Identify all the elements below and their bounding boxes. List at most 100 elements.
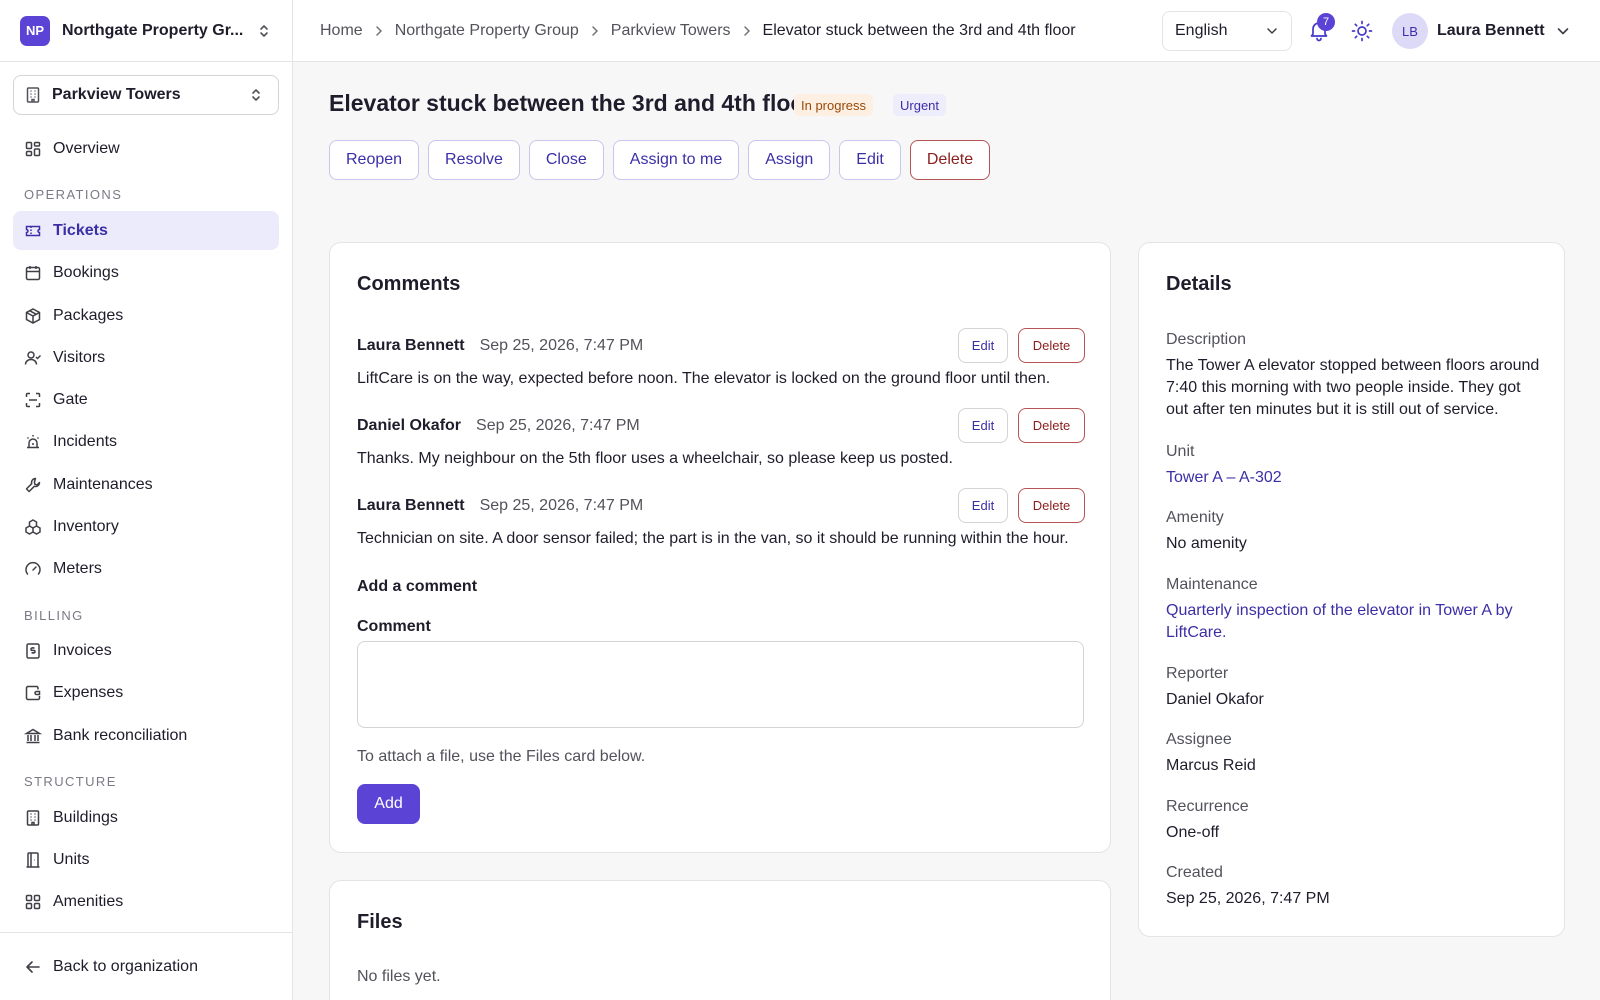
notification-count-badge: 7	[1317, 13, 1335, 31]
maintenance-link[interactable]: Quarterly inspection of the elevator in …	[1166, 600, 1526, 644]
delete-comment-button[interactable]: Delete	[1018, 408, 1085, 443]
sidebar-item-label: Inventory	[53, 517, 119, 535]
building-name: Parkview Towers	[52, 86, 181, 103]
ticket-icon	[25, 225, 41, 236]
breadcrumb: Home Northgate Property Group Parkview T…	[320, 0, 1076, 62]
comment-body: Technician on site. A door sensor failed…	[357, 530, 1069, 547]
back-label: Back to organization	[53, 957, 198, 975]
edit-comment-button[interactable]: Edit	[958, 328, 1008, 363]
nav-section-billing: BILLING	[24, 608, 84, 623]
sidebar-item-tickets[interactable]: Tickets	[13, 211, 279, 250]
sun-icon[interactable]	[1350, 19, 1374, 43]
sidebar-item-label: Bookings	[53, 263, 119, 281]
sidebar-item-label: Tickets	[53, 221, 108, 239]
status-badge: In progress	[794, 94, 874, 116]
sidebar-item-packages[interactable]: Packages	[13, 296, 279, 335]
breadcrumb-building[interactable]: Parkview Towers	[611, 22, 731, 40]
sidebar-item-gate[interactable]: Gate	[13, 380, 279, 419]
sidebar-item-bookings[interactable]: Bookings	[13, 253, 279, 292]
language-select[interactable]: English	[1162, 11, 1292, 51]
sidebar: NP Northgate Property Gr... Parkview Tow…	[0, 0, 293, 1000]
sidebar-item-maintenances[interactable]: Maintenances	[13, 465, 279, 504]
amenity-value: No amenity	[1166, 535, 1247, 552]
sidebar-item-incidents[interactable]: Incidents	[13, 422, 279, 461]
sidebar-item-label: Expenses	[53, 683, 124, 701]
language-value: English	[1175, 22, 1228, 39]
priority-badge: Urgent	[893, 94, 947, 116]
sidebar-item-label: Incidents	[53, 432, 118, 450]
avatar[interactable]: LB	[1392, 13, 1428, 49]
invoice-icon	[26, 642, 40, 659]
comment-field-label: Comment	[357, 618, 431, 635]
edit-comment-button[interactable]: Edit	[958, 408, 1008, 443]
reopen-button[interactable]: Reopen	[329, 140, 420, 180]
edit-ticket-button[interactable]: Edit	[839, 140, 901, 180]
chevron-right-icon	[592, 26, 598, 36]
sidebar-item-label: Overview	[53, 139, 120, 157]
comment-body: LiftCare is on the way, expected before …	[357, 370, 1051, 387]
add-comment-title: Add a comment	[357, 578, 478, 595]
wrench-icon	[25, 477, 41, 492]
breadcrumb-current: Elevator stuck between the 3rd and 4th f…	[762, 22, 1076, 39]
sidebar-item-label: Packages	[53, 306, 124, 324]
org-switcher[interactable]: NP Northgate Property Gr...	[0, 0, 292, 62]
page-title: Elevator stuck between the 3rd and 4th f…	[329, 90, 814, 116]
comment-date: Sep 25, 2026, 7:47 PM	[476, 417, 640, 434]
delete-comment-button[interactable]: Delete	[1018, 328, 1085, 363]
comment-author: Laura Bennett	[357, 497, 465, 514]
comment-header: Daniel Okafor Sep 25, 2026, 7:47 PM	[357, 417, 640, 435]
breadcrumb-organization[interactable]: Northgate Property Group	[395, 22, 579, 40]
chevron-down-icon[interactable]	[1555, 23, 1571, 39]
delete-comment-button[interactable]: Delete	[1018, 488, 1085, 523]
building-selector[interactable]: Parkview Towers	[13, 75, 279, 115]
sidebar-item-expenses[interactable]: Expenses	[13, 673, 279, 712]
back-to-organization-link[interactable]: Back to organization	[0, 932, 292, 1000]
edit-comment-button[interactable]: Edit	[958, 488, 1008, 523]
created-value: Sep 25, 2026, 7:47 PM	[1166, 890, 1330, 907]
nav-section-operations: OPERATIONS	[24, 187, 123, 202]
description-value: The Tower A elevator stopped between flo…	[1166, 357, 1540, 418]
files-card: Files No files yet.	[329, 880, 1111, 1000]
sidebar-item-meters[interactable]: Meters	[13, 549, 279, 588]
unit-link[interactable]: Tower A – A-302	[1166, 467, 1546, 489]
building-icon	[26, 809, 40, 826]
close-button[interactable]: Close	[528, 140, 604, 180]
topbar: Home Northgate Property Group Parkview T…	[293, 0, 1600, 62]
user-name[interactable]: Laura Bennett	[1437, 0, 1545, 62]
sidebar-item-amenities[interactable]: Amenities	[13, 882, 279, 921]
grid-icon	[25, 894, 41, 909]
org-avatar: NP	[20, 15, 50, 46]
comment-author: Laura Bennett	[357, 337, 465, 354]
maintenance-label: Maintenance	[1166, 576, 1258, 593]
building-icon	[26, 87, 40, 103]
add-comment-button[interactable]: Add	[357, 784, 420, 824]
delete-ticket-button[interactable]: Delete	[909, 140, 991, 180]
nav-section-structure: STRUCTURE	[24, 774, 117, 789]
reporter-value: Daniel Okafor	[1166, 691, 1264, 708]
sidebar-item-units[interactable]: Units	[13, 840, 279, 879]
boxes-icon	[25, 518, 41, 535]
resolve-button[interactable]: Resolve	[428, 140, 520, 180]
sidebar-item-label: Units	[53, 850, 90, 868]
breadcrumb-home[interactable]: Home	[320, 22, 363, 40]
amenity-label: Amenity	[1166, 509, 1224, 526]
sidebar-item-invoices[interactable]: Invoices	[13, 631, 279, 670]
dashboard-icon	[25, 141, 41, 156]
comment-date: Sep 25, 2026, 7:47 PM	[479, 337, 644, 354]
comment-input[interactable]	[357, 641, 1084, 728]
arrow-left-icon	[26, 960, 40, 973]
sidebar-item-buildings[interactable]: Buildings	[13, 798, 279, 837]
sidebar-item-label: Gate	[53, 390, 88, 408]
scan-icon	[25, 392, 41, 407]
assign-button[interactable]: Assign	[748, 140, 831, 180]
sidebar-item-inventory[interactable]: Inventory	[13, 507, 279, 546]
sidebar-item-overview[interactable]: Overview	[13, 129, 279, 168]
comment-body: Thanks. My neighbour on the 5th floor us…	[357, 450, 953, 467]
assign-to-me-button[interactable]: Assign to me	[612, 140, 740, 180]
package-icon	[25, 307, 41, 324]
sidebar-item-visitors[interactable]: Visitors	[13, 338, 279, 377]
comments-title: Comments	[357, 273, 461, 295]
user-check-icon	[24, 350, 42, 365]
unit-label: Unit	[1166, 443, 1195, 460]
sidebar-item-bank-reconciliation[interactable]: Bank reconciliation	[13, 716, 279, 755]
